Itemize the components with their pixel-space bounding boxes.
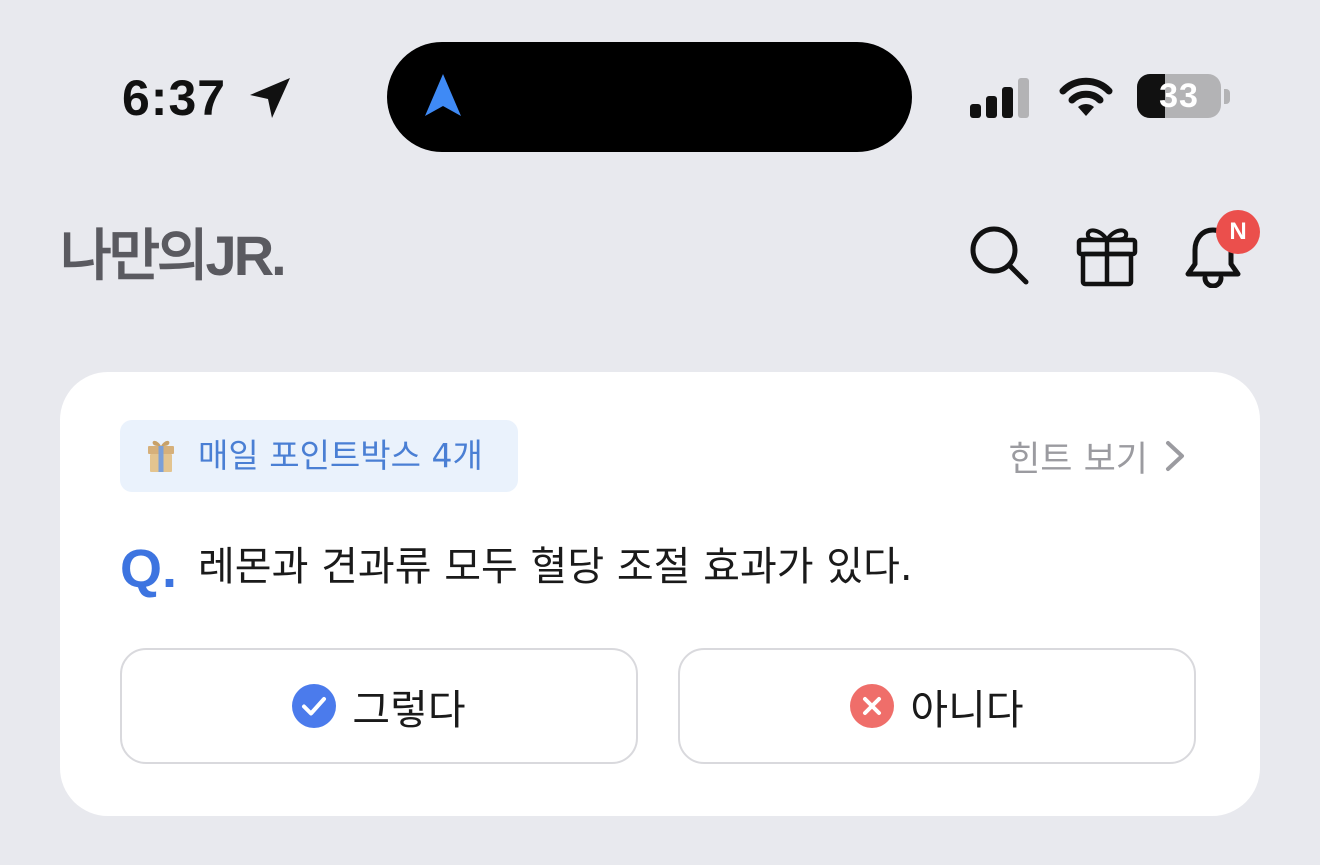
search-icon (970, 226, 1029, 285)
check-circle-icon (292, 684, 337, 728)
search-button[interactable] (966, 222, 1032, 288)
answer-no-button[interactable]: 아니다 (678, 648, 1196, 764)
hint-label: 힌트 보기 (1008, 439, 1148, 480)
location-arrow-icon (250, 78, 290, 118)
cellular-signal-icon (970, 78, 1029, 118)
daily-points-badge: 매일 포인트박스 4개 (120, 420, 518, 492)
question-text: 레몬과 견과류 모두 혈당 조절 효과가 있다. (198, 544, 913, 590)
answer-yes-label: 그렇다 (352, 686, 466, 734)
status-time: 6:37 (122, 70, 227, 126)
chevron-right-icon (1166, 441, 1184, 471)
battery-cap (1224, 89, 1230, 104)
hint-link[interactable]: 힌트 보기 (1008, 428, 1188, 484)
battery-level: 33 (1159, 77, 1199, 115)
gift-box-icon (148, 440, 174, 472)
notification-badge: N (1216, 210, 1260, 254)
answer-yes-button[interactable]: 그렇다 (120, 648, 638, 764)
gift-icon (1076, 228, 1138, 287)
app-logo: 나만의JR. (60, 224, 287, 287)
gift-button[interactable] (1074, 222, 1140, 288)
wifi-icon (1059, 77, 1113, 116)
dynamic-island (387, 42, 912, 152)
quiz-card: 매일 포인트박스 4개 힌트 보기 Q. 레몬과 견과류 모두 혈당 조절 효과… (60, 372, 1260, 816)
navigation-arrow-icon (425, 74, 461, 116)
answer-no-label: 아니다 (910, 686, 1024, 734)
x-circle-icon (850, 684, 895, 728)
status-bar: 6:37 33 (0, 0, 1320, 190)
battery-indicator: 33 (1137, 74, 1233, 120)
daily-points-label: 매일 포인트박스 4개 (198, 436, 483, 475)
question-prefix: Q. (120, 539, 178, 599)
